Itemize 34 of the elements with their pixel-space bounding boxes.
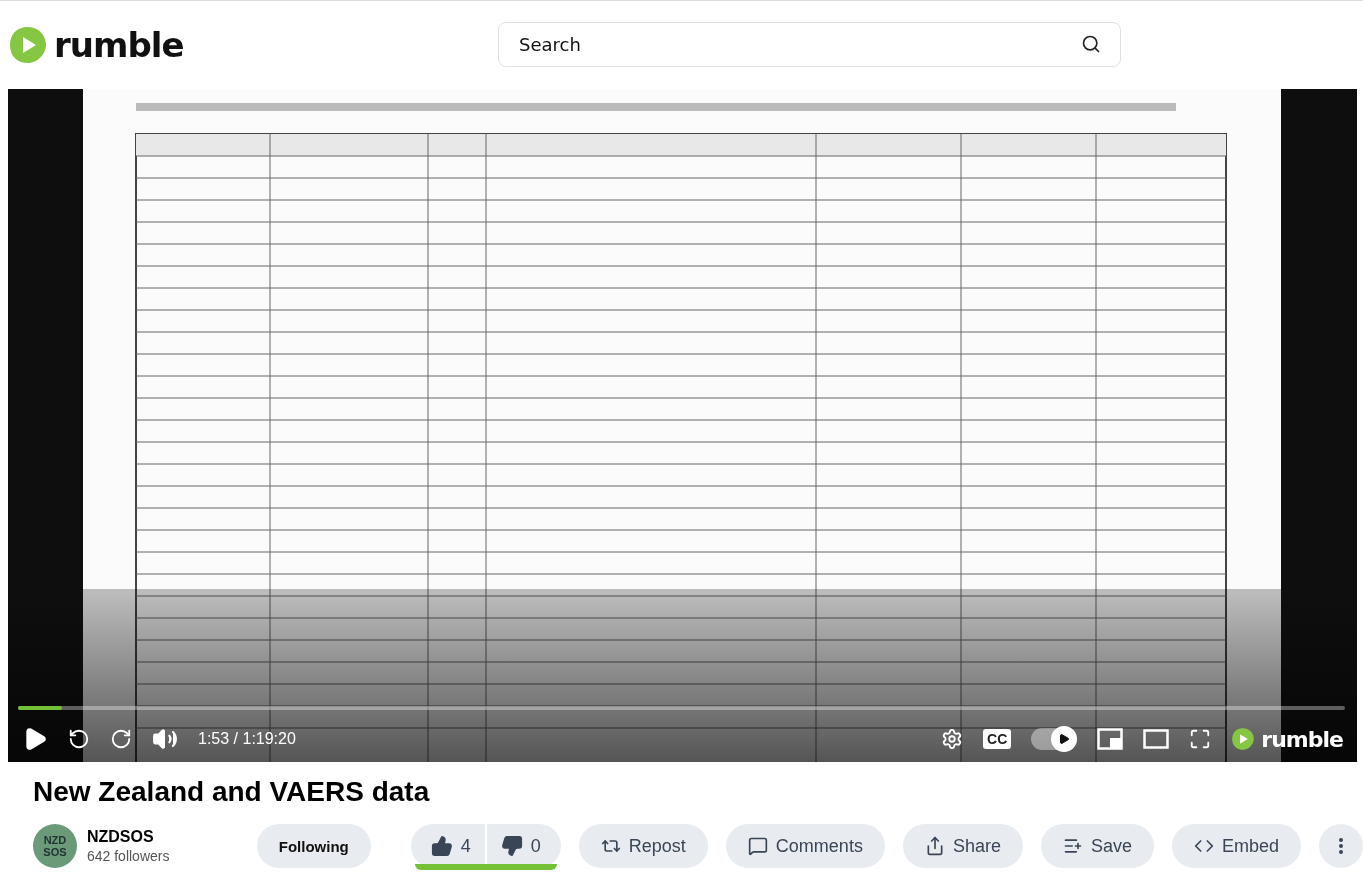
miniplayer-icon[interactable] [1097,728,1124,750]
search-icon[interactable] [1081,34,1101,54]
follower-count: 642 followers [86,848,171,864]
rumble-logo-icon [8,25,48,65]
forward-icon[interactable] [110,728,132,750]
channel-avatar[interactable]: NZD SOS [33,824,77,868]
logo-text: rumble [1261,726,1343,752]
thumbs-down-icon [500,835,523,857]
save-button[interactable]: Save [1040,824,1154,868]
fullscreen-icon[interactable] [1189,728,1212,750]
theater-icon[interactable] [1143,729,1170,749]
avatar-text: SOS [43,846,67,858]
following-button[interactable]: Following [256,824,371,868]
autoplay-toggle[interactable] [1031,728,1078,750]
play-icon [1058,733,1071,745]
logo-text: rumble [54,25,184,65]
more-icon [1339,838,1343,854]
share-button[interactable]: Share [902,824,1023,868]
repost-button[interactable]: Repost [578,824,708,868]
video-title: New Zealand and VAERS data [33,776,431,808]
captions-button[interactable]: CC [983,729,1012,749]
avatar-text: NZD [43,834,67,846]
comments-button[interactable]: Comments [725,824,885,868]
search-field[interactable]: Search [498,22,1121,67]
time-display: 1:53 / 1:19:20 [198,730,296,748]
rewind-icon[interactable] [68,728,90,750]
thumbs-up-icon [430,835,453,857]
volume-icon[interactable] [152,726,178,752]
speech-bubble-icon [747,836,768,856]
embed-button[interactable]: Embed [1171,824,1301,868]
settings-icon[interactable] [941,728,964,750]
rumble-logo-icon [1231,727,1256,751]
channel-name[interactable]: NZDSOS [86,828,257,846]
playlist-add-icon [1062,836,1083,856]
